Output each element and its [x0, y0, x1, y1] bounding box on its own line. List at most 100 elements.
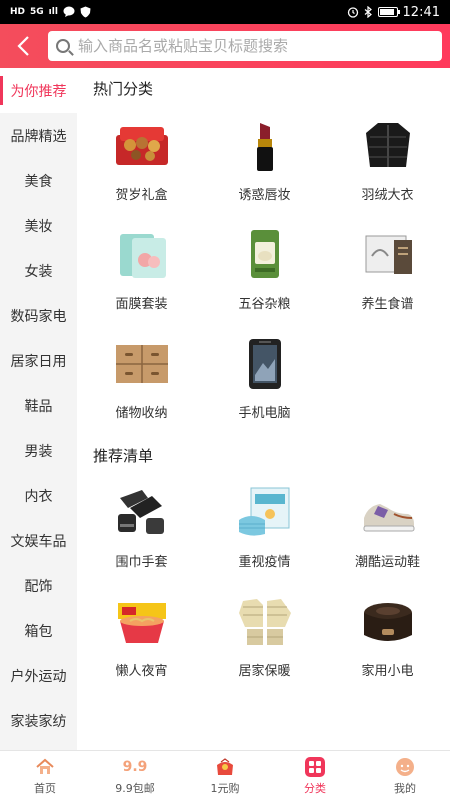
bottom-tab-bar: 首页 9.9 9.9包邮 1元购 分类 我的: [0, 750, 450, 800]
sidebar-item-label: 居家日用: [10, 353, 67, 370]
tab-label: 我的: [394, 781, 416, 795]
gift-box-icon: [107, 114, 177, 176]
phone-icon: [230, 332, 300, 394]
sidebar-item-label: 女装: [24, 263, 53, 280]
tab-home[interactable]: 首页: [0, 751, 90, 800]
category-item-late-snack[interactable]: 懒人夜宵: [80, 584, 203, 693]
sneaker-icon: [353, 481, 423, 543]
alarm-icon: [347, 7, 358, 18]
category-item-lipstick[interactable]: 诱惑唇妆: [203, 108, 326, 217]
sidebar-item-label: 户外运动: [10, 668, 67, 685]
category-item-label: 羽绒大衣: [361, 188, 414, 203]
category-item-label: 围巾手套: [115, 555, 168, 570]
hot-category-grid: 贺岁礼盒 诱惑唇妆 羽绒大衣 面膜套装 五谷杂粮 养生食谱 储物收纳 手机电脑: [77, 108, 450, 435]
search-icon: [56, 39, 70, 53]
status-bar: HD 5G ıll 12:41: [0, 0, 450, 24]
sidebar-item-recommended[interactable]: 为你推荐: [0, 68, 77, 113]
section-title-recommended: 推荐清单: [93, 446, 154, 465]
category-item-storage[interactable]: 储物收纳: [80, 326, 203, 435]
sidebar-item-home[interactable]: 居家日用: [0, 338, 77, 383]
category-item-label: 潮酷运动鞋: [354, 555, 420, 570]
rice-cooker-icon: [353, 590, 423, 652]
category-item-label: 居家保暖: [238, 664, 291, 679]
sidebar-item-food[interactable]: 美食: [0, 158, 77, 203]
category-item-down-jacket[interactable]: 羽绒大衣: [326, 108, 449, 217]
message-icon: [63, 6, 75, 17]
sidebar-item-home-textiles[interactable]: 家装家纺: [0, 698, 77, 743]
network-indicator: 5G: [30, 7, 44, 17]
tab-category[interactable]: 分类: [270, 751, 360, 800]
bluetooth-icon: [364, 6, 372, 18]
category-item-label: 面膜套装: [115, 297, 168, 312]
scarf-icon: [107, 481, 177, 543]
sidebar-item-label: 文娱车品: [10, 533, 67, 550]
tab-label: 1元购: [210, 781, 240, 795]
sidebar-item-label: 美食: [24, 173, 53, 190]
sidebar-item-label: 品牌精选: [10, 128, 67, 145]
sidebar-item-label: 箱包: [24, 623, 53, 640]
sidebar-item-accessories[interactable]: 配饰: [0, 563, 77, 608]
category-item-small-appliance[interactable]: 家用小电: [326, 584, 449, 693]
category-item-label: 五谷杂粮: [238, 297, 291, 312]
sidebar-item-label: 男装: [24, 443, 53, 460]
red-envelope-icon: [214, 756, 236, 778]
sidebar-item-outdoor[interactable]: 户外运动: [0, 653, 77, 698]
category-item-label: 储物收纳: [115, 406, 168, 421]
sidebar-item-underwear[interactable]: 内衣: [0, 473, 77, 518]
instant-noodles-icon: [107, 590, 177, 652]
sidebar-item-bags[interactable]: 箱包: [0, 608, 77, 653]
sidebar-item-womens[interactable]: 女装: [0, 248, 77, 293]
back-button[interactable]: [8, 28, 38, 64]
status-left: HD 5G ıll: [10, 6, 91, 18]
home-icon: [34, 756, 56, 778]
sidebar-item-digital[interactable]: 数码家电: [0, 293, 77, 338]
recommended-grid: 围巾手套 重视疫情 潮酷运动鞋 懒人夜宵 居家保暖 家用小电: [77, 475, 450, 693]
category-item-label: 重视疫情: [238, 555, 291, 570]
category-item-label: 贺岁礼盒: [115, 188, 168, 203]
category-item-label: 诱惑唇妆: [238, 188, 291, 203]
category-item-epidemic[interactable]: 重视疫情: [203, 475, 326, 584]
recipe-book-icon: [353, 223, 423, 285]
category-item-face-mask[interactable]: 面膜套装: [80, 217, 203, 326]
tab-profile[interactable]: 我的: [360, 751, 450, 800]
category-item-recipes[interactable]: 养生食谱: [326, 217, 449, 326]
search-bar[interactable]: [48, 31, 442, 61]
sidebar-item-label: 配饰: [24, 578, 53, 595]
signal-icon: ıll: [48, 7, 58, 17]
tab-label: 9.9包邮: [115, 781, 155, 795]
category-item-sneakers[interactable]: 潮酷运动鞋: [326, 475, 449, 584]
sidebar-item-label: 美妆: [24, 218, 53, 235]
down-jacket-icon: [353, 114, 423, 176]
storage-drawer-icon: [107, 332, 177, 394]
sidebar-item-brands[interactable]: 品牌精选: [0, 113, 77, 158]
sidebar-item-mens[interactable]: 男装: [0, 428, 77, 473]
section-title-hot: 热门分类: [93, 79, 154, 98]
category-item-scarf[interactable]: 围巾手套: [80, 475, 203, 584]
lipstick-icon: [230, 114, 300, 176]
category-item-phone[interactable]: 手机电脑: [203, 326, 326, 435]
sidebar-item-label: 内衣: [24, 488, 53, 505]
category-item-home-warmth[interactable]: 居家保暖: [203, 584, 326, 693]
rice-bag-icon: [230, 223, 300, 285]
status-right: 12:41: [347, 5, 440, 20]
category-item-label: 手机电脑: [238, 406, 291, 421]
sidebar-item-shoes[interactable]: 鞋品: [0, 383, 77, 428]
category-item-grains[interactable]: 五谷杂粮: [203, 217, 326, 326]
tab-label: 首页: [34, 781, 56, 795]
sidebar-item-beauty[interactable]: 美妆: [0, 203, 77, 248]
sidebar-item-entertainment-car[interactable]: 文娱车品: [0, 518, 77, 563]
category-content: 热门分类 贺岁礼盒 诱惑唇妆 羽绒大衣 面膜套装 五谷杂粮 养生食谱 储物收纳 …: [77, 68, 450, 750]
tab-nine-nine[interactable]: 9.9 9.9包邮: [90, 751, 180, 800]
category-icon: [304, 756, 326, 778]
sidebar-item-label: 家装家纺: [10, 713, 67, 730]
chevron-left-icon: [17, 36, 29, 56]
hd-indicator: HD: [10, 7, 26, 17]
nine-nine-icon: 9.9: [123, 756, 148, 778]
shield-icon: [80, 6, 91, 18]
category-item-label: 懒人夜宵: [115, 664, 168, 679]
search-input[interactable]: [78, 37, 434, 55]
top-header: [0, 24, 450, 68]
sidebar-item-label: 数码家电: [10, 308, 67, 325]
tab-one-yuan[interactable]: 1元购: [180, 751, 270, 800]
category-item-gift-box[interactable]: 贺岁礼盒: [80, 108, 203, 217]
